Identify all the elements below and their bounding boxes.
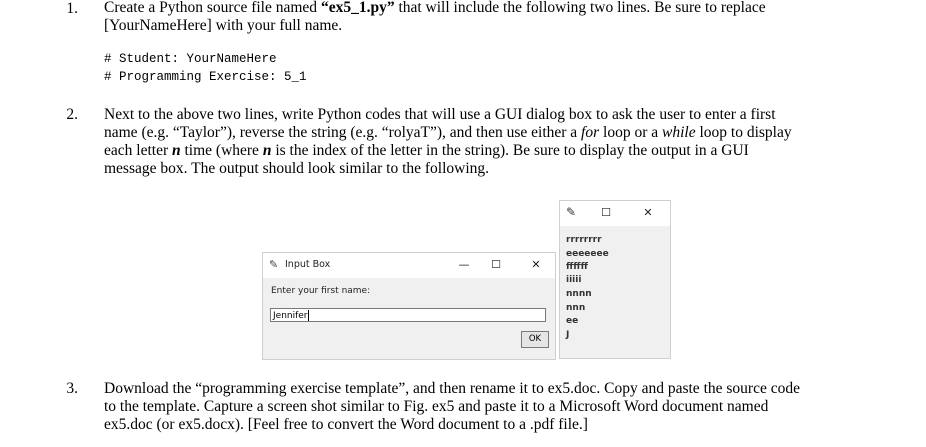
text-caret [307, 310, 309, 321]
output-line: ffffff [566, 262, 588, 272]
item-3-number: 3. [66, 380, 78, 397]
input-dialog: ✎ Input Box — ☐ ✕ Enter your first name:… [262, 252, 556, 360]
minimize-button[interactable]: — [564, 203, 578, 223]
maximize-button[interactable]: ☐ [481, 255, 511, 275]
output-line: J [566, 330, 570, 340]
item-2-line-4: message box. The output should look simi… [104, 160, 490, 177]
code-line-student: # Student: YourNameHere [104, 52, 277, 66]
item-2-number: 2. [66, 106, 78, 123]
input-dialog-title: Input Box [285, 259, 331, 270]
output-line: nnnn [566, 289, 592, 299]
close-button[interactable]: ✕ [638, 203, 658, 223]
item-2-line-3: each letter n time (where n is the index… [104, 142, 749, 159]
minimize-button[interactable]: — [449, 255, 479, 275]
first-name-value: Jennifer [273, 311, 308, 321]
item-3-line-1: Download the “programming exercise templ… [104, 380, 800, 397]
item-2-line-2: name (e.g. “Taylor”), reverse the string… [104, 124, 792, 141]
feather-icon: ✎ [269, 258, 279, 271]
item-3-line-3: ex5.doc (or ex5.docx). [Feel free to con… [104, 416, 588, 433]
output-line: eeeeeee [566, 249, 609, 259]
output-line: iiiii [566, 275, 582, 285]
output-line: nnn [566, 303, 586, 313]
input-prompt-label: Enter your first name: [271, 286, 371, 296]
code-line-exercise: # Programming Exercise: 5_1 [104, 70, 307, 84]
item-1-line-2: [YourNameHere] with your full name. [104, 17, 343, 34]
message-box: ✎ — ☐ ✕ rrrrrrrr eeeeeee ffffff iiiii nn… [559, 200, 671, 359]
first-name-input[interactable]: Jennifer [270, 308, 546, 322]
output-line: rrrrrrrr [566, 235, 602, 245]
output-line: ee [566, 316, 579, 326]
input-dialog-titlebar[interactable]: ✎ Input Box — ☐ ✕ [263, 253, 555, 278]
maximize-button[interactable]: ☐ [596, 203, 616, 223]
close-button[interactable]: ✕ [521, 255, 551, 275]
item-3-line-2: to the template. Capture a screen shot s… [104, 398, 769, 415]
item-1-number: 1. [66, 0, 78, 17]
item-1-line-1: Create a Python source file named “ex5_1… [104, 0, 766, 16]
message-box-titlebar[interactable]: ✎ — ☐ ✕ [560, 201, 670, 226]
ok-button[interactable]: OK [521, 331, 549, 348]
item-2-line-1: Next to the above two lines, write Pytho… [104, 106, 776, 123]
